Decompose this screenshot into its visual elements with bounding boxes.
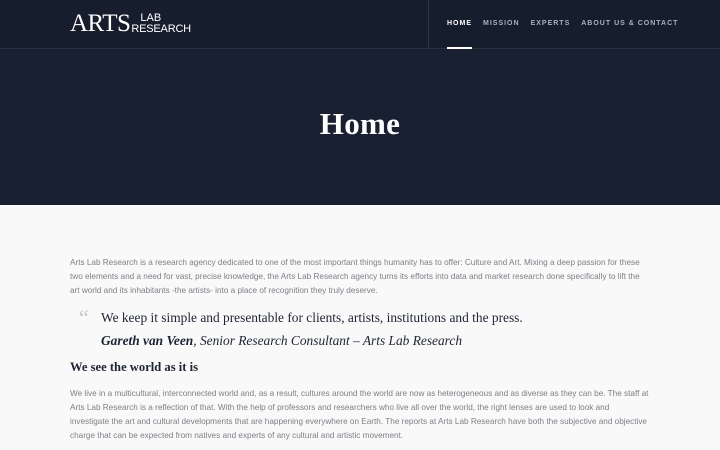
main-nav: HOME MISSION EXPERTS ABOUT US & CONTACT: [447, 0, 689, 49]
quote-text: We keep it simple and presentable for cl…: [101, 310, 523, 325]
body-paragraph: We live in a multicultural, interconnect…: [70, 389, 649, 440]
page-title: Home: [319, 106, 401, 141]
logo-stack: LAB RESEARCH: [131, 13, 191, 35]
logo-arts-text: ARTS: [70, 10, 131, 37]
intro-paragraph: Arts Lab Research is a research agency d…: [70, 258, 640, 295]
nav-item-about-contact[interactable]: ABOUT US & CONTACT: [581, 0, 678, 49]
nav-item-experts[interactable]: EXPERTS: [531, 0, 571, 49]
quote-citation: Gareth van Veen, Senior Research Consult…: [101, 332, 650, 350]
testimonial-quote: “ We keep it simple and presentable for …: [70, 305, 650, 350]
site-logo[interactable]: ARTS LAB RESEARCH: [70, 10, 191, 37]
nav-divider: [428, 0, 429, 49]
nav-item-home[interactable]: HOME: [447, 0, 472, 49]
hero-banner: Home: [0, 49, 720, 205]
logo-research-text: RESEARCH: [131, 23, 191, 35]
nav-item-mission[interactable]: MISSION: [483, 0, 520, 49]
main-content: Arts Lab Research is a research agency d…: [70, 205, 650, 443]
quote-author-name: Gareth van Veen: [101, 333, 194, 348]
top-navigation-bar: ARTS LAB RESEARCH HOME MISSION EXPERTS A…: [0, 0, 720, 49]
quote-mark-icon: “: [79, 305, 89, 330]
section-heading: We see the world as it is: [70, 360, 199, 374]
quote-author-role: , Senior Research Consultant – Arts Lab …: [193, 333, 463, 348]
